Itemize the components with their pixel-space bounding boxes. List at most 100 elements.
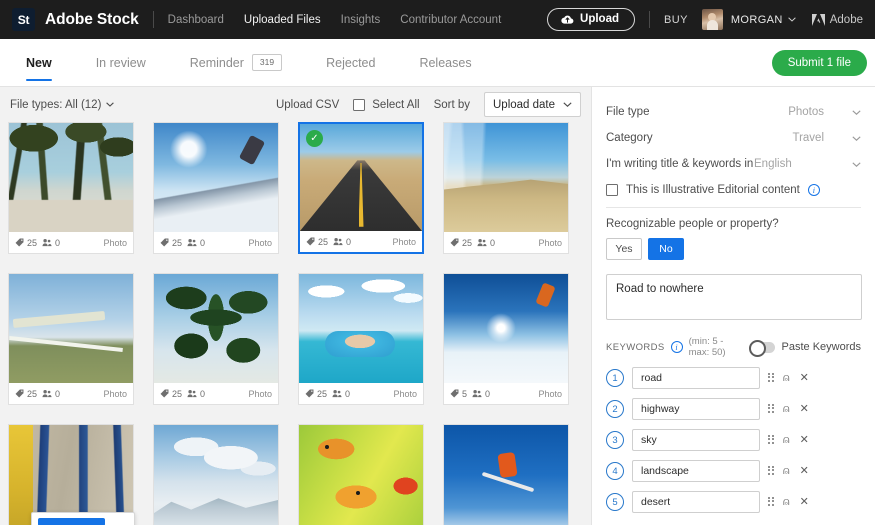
keyword-row: 2 highway ⍝ ✕ [606, 398, 861, 420]
file-card[interactable]: 25 0 Photo [153, 122, 279, 254]
keyword-actions: ⍝ ✕ [768, 434, 809, 446]
upload-csv-link[interactable]: Upload CSV [276, 99, 339, 111]
category-field-label: Category [606, 132, 653, 144]
metadata-panel: File type Photos Category Travel I'm wri… [591, 87, 875, 525]
drag-handle-icon[interactable] [768, 403, 774, 415]
tab-releases-label: Releases [419, 55, 472, 70]
remove-keyword-icon[interactable]: ✕ [800, 372, 809, 384]
global-nav: Dashboard Uploaded Files Insights Contri… [168, 14, 502, 26]
remove-keyword-icon[interactable]: ✕ [800, 496, 809, 508]
file-card[interactable]: 25 0 Photo [443, 122, 569, 254]
info-icon[interactable]: i [807, 184, 820, 196]
keyword-count-value: 25 [27, 388, 38, 399]
illustrative-editorial-checkbox[interactable]: This is Illustrative Editorial content i [606, 184, 861, 196]
category-row[interactable]: Category Travel [606, 125, 861, 151]
pin-icon[interactable]: ⍝ [783, 372, 790, 384]
drag-handle-icon[interactable] [768, 465, 774, 477]
adobe-stock-logo-icon[interactable]: St [12, 8, 35, 31]
remove-keyword-icon[interactable]: ✕ [800, 465, 809, 477]
adobe-a-icon [811, 13, 825, 26]
drag-handle-icon[interactable] [768, 496, 774, 508]
user-menu[interactable]: MORGAN [731, 14, 796, 26]
file-card[interactable]: 25 0 Photo [153, 273, 279, 405]
pin-icon[interactable]: ⍝ [783, 496, 790, 508]
keyword-input[interactable]: highway [632, 398, 760, 420]
tag-icon [160, 238, 169, 247]
keyword-input[interactable]: desert [632, 491, 760, 513]
keyword-input[interactable]: sky [632, 429, 760, 451]
tab-rejected-label: Rejected [326, 55, 376, 70]
drag-handle-icon[interactable] [768, 434, 774, 446]
select-all-checkbox[interactable]: Select All [353, 98, 420, 111]
recognizable-no-button[interactable]: No [648, 238, 684, 260]
keyword-row: 3 sky ⍝ ✕ [606, 429, 861, 451]
pin-icon[interactable]: ⍝ [783, 403, 790, 415]
header-divider [152, 11, 154, 28]
tab-releases[interactable]: Releases [397, 39, 493, 87]
file-thumbnail [154, 123, 278, 232]
tab-new[interactable]: New [18, 39, 74, 87]
keyword-index-badge: 3 [606, 431, 624, 449]
sort-by-value: Upload date [493, 98, 556, 111]
adobe-corporate-logo[interactable]: Adobe [811, 13, 863, 26]
keyword-count-value: 5 [462, 388, 468, 399]
remove-keyword-icon[interactable]: ✕ [800, 434, 809, 446]
keyword-count: 25 [15, 389, 37, 399]
upload-button[interactable]: Upload [547, 8, 635, 31]
nav-item-dashboard[interactable]: Dashboard [168, 14, 224, 26]
chevron-down-icon [106, 102, 115, 107]
pin-icon[interactable]: ⍝ [783, 465, 790, 477]
file-types-filter[interactable]: File types: All (12) [10, 98, 115, 111]
file-card-footer: 25 0 Photo [9, 232, 133, 253]
pin-icon[interactable]: ⍝ [783, 434, 790, 446]
tab-in-review[interactable]: In review [74, 39, 168, 87]
nav-item-insights[interactable]: Insights [341, 14, 381, 26]
tab-rejected[interactable]: Rejected [304, 39, 397, 87]
file-type-row[interactable]: File type Photos [606, 99, 861, 125]
sort-by-label: Sort by [433, 98, 470, 111]
file-card[interactable] [8, 424, 135, 525]
file-card[interactable] [298, 424, 424, 525]
file-card-footer: 5 0 Photo [444, 383, 568, 404]
paste-keywords-toggle[interactable]: Paste Keywords [748, 340, 861, 357]
nav-item-contributor-account[interactable]: Contributor Account [400, 14, 501, 26]
people-count-value: 0 [200, 237, 206, 248]
keyword-count-value: 25 [172, 237, 183, 248]
keyword-index-badge: 4 [606, 462, 624, 480]
file-card[interactable] [443, 424, 569, 525]
title-input[interactable]: Road to nowhere [606, 274, 862, 320]
file-card-selected[interactable]: ✓ 25 0 Photo [298, 122, 424, 254]
file-types-label: File types: All (12) [10, 98, 102, 111]
people-count-value: 0 [485, 388, 491, 399]
people-count-value: 0 [200, 388, 206, 399]
keyword-count: 25 [160, 238, 182, 248]
file-thumbnail [444, 425, 568, 525]
global-header: St Adobe Stock Dashboard Uploaded Files … [0, 0, 875, 39]
recognizable-yes-button[interactable]: Yes [606, 238, 642, 260]
keyword-count-value: 25 [462, 237, 473, 248]
language-row[interactable]: I'm writing title & keywords in English [606, 151, 861, 177]
avatar[interactable] [701, 9, 723, 30]
remove-keyword-icon[interactable]: ✕ [800, 403, 809, 415]
file-card[interactable]: 25 0 Photo [8, 273, 134, 405]
language-field-value: English [754, 158, 792, 170]
submit-files-button[interactable]: Submit 1 file [771, 49, 867, 76]
file-card[interactable]: 5 0 Photo [443, 273, 569, 405]
file-card[interactable] [153, 424, 279, 525]
drag-handle-icon[interactable] [768, 372, 774, 384]
file-card[interactable]: 25 0 Photo [8, 122, 134, 254]
tab-reminder[interactable]: Reminder 319 [168, 39, 304, 87]
sort-by-select[interactable]: Upload date [484, 92, 581, 117]
file-type-label: Photo [248, 237, 272, 248]
chevron-down-icon [852, 106, 861, 118]
tooltip-progress-bar [38, 518, 105, 525]
nav-item-uploaded-files[interactable]: Uploaded Files [244, 14, 321, 26]
buy-link[interactable]: BUY [664, 14, 688, 26]
keyword-input[interactable]: road [632, 367, 760, 389]
file-card[interactable]: 25 0 Photo [298, 273, 424, 405]
keyword-input[interactable]: landscape [632, 460, 760, 482]
cloud-upload-icon [561, 15, 574, 24]
keyword-count: 25 [450, 238, 472, 248]
file-card-footer: 25 0 Photo [300, 231, 422, 252]
info-icon[interactable]: i [670, 341, 683, 353]
